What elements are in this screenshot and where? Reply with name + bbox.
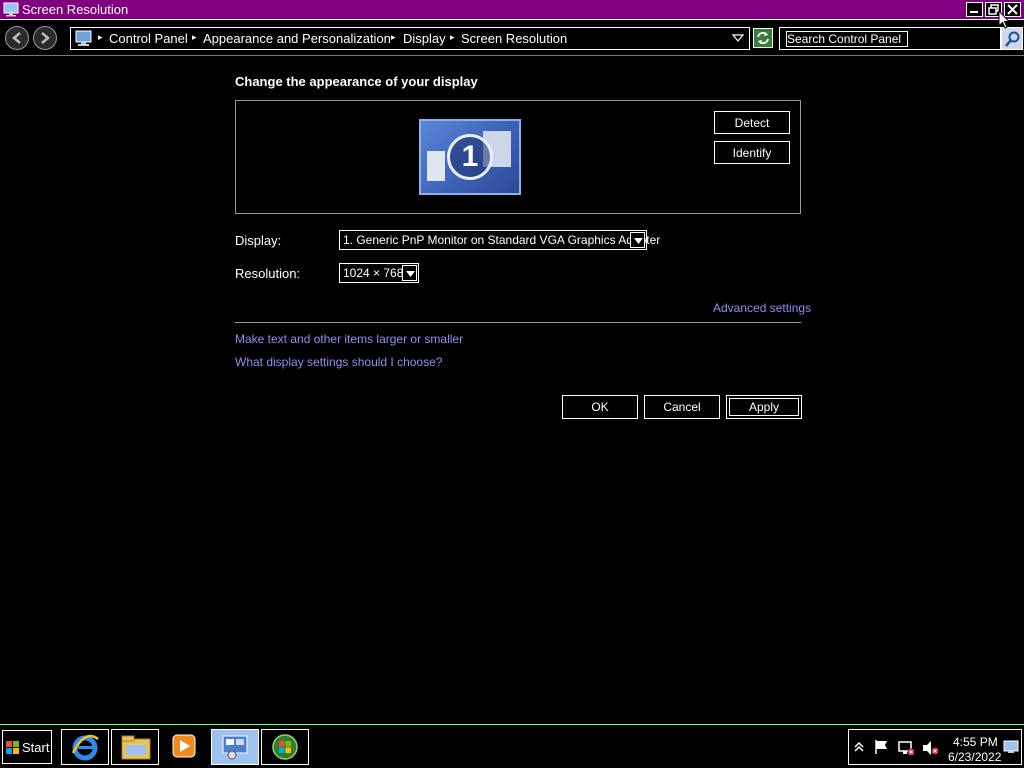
advanced-settings-link[interactable]: Advanced settings [713,301,811,315]
chevron-down-icon [406,271,415,277]
search-field[interactable] [779,27,1001,50]
search-input[interactable] [786,31,908,47]
windows-logo-icon [6,741,19,754]
minimize-icon [970,11,978,13]
identify-button[interactable]: Identify [714,141,790,164]
show-hidden-icons-icon[interactable] [854,742,864,752]
cancel-label: Cancel [663,400,701,414]
breadcrumb-screen-resolution[interactable]: Screen Resolution [461,31,567,46]
resolution-label: Resolution: [235,266,301,281]
taskbar-control-panel[interactable] [211,729,259,765]
taskbar: Start 4:55 PM 6/23/2022 [0,724,1024,768]
taskbar-internet-explorer[interactable] [61,729,109,765]
breadcrumb-separator-icon: ▸ [98,32,103,42]
taskbar-windows-explorer[interactable] [111,729,159,765]
back-button[interactable] [5,26,29,50]
preview-window-decoration [427,151,445,181]
display-preview-panel: 1 Detect Identify [235,100,801,214]
windows-update-icon [272,734,298,760]
apply-label: Apply [748,400,780,414]
refresh-button[interactable] [753,28,773,48]
media-player-icon [172,734,196,758]
display-select-value: 1. Generic PnP Monitor on Standard VGA G… [343,233,661,247]
chevron-down-icon [634,238,643,244]
refresh-icon [757,32,769,44]
mouse-cursor-icon [998,10,1010,29]
detect-label: Detect [734,115,770,130]
address-dropdown-icon[interactable] [732,32,744,44]
identify-label: Identify [732,145,772,160]
control-panel-icon [75,30,92,46]
clock-date[interactable]: 6/23/2022 [948,750,1001,764]
notification-area: 4:55 PM 6/23/2022 [848,729,1022,765]
start-button[interactable]: Start [2,730,52,764]
breadcrumb-separator-icon[interactable]: ▸ [450,32,455,43]
forward-arrow-icon [41,32,50,44]
search-button[interactable] [1001,27,1023,50]
minimize-button[interactable] [966,2,983,17]
taskbar-media-player[interactable] [161,729,209,765]
display-select[interactable]: 1. Generic PnP Monitor on Standard VGA G… [339,230,660,250]
monitor-number: 1 [447,134,493,180]
page-title: Change the appearance of your display [235,74,478,89]
action-center-flag-icon[interactable] [873,739,889,755]
address-bar: ▸ Control Panel ▸ Appearance and Persona… [0,21,1024,56]
breadcrumb-separator-icon[interactable]: ▸ [192,32,197,43]
dropdown-button[interactable] [402,265,417,281]
display-settings-help-link[interactable]: What display settings should I choose? [235,355,442,369]
dropdown-button[interactable] [630,232,645,248]
title-bar: Screen Resolution [0,0,1024,20]
internet-explorer-icon [71,734,99,761]
volume-muted-icon[interactable] [921,739,939,757]
start-label: Start [22,740,50,755]
text-size-link[interactable]: Make text and other items larger or smal… [235,332,463,346]
monitor-1-preview[interactable]: 1 [419,119,521,195]
breadcrumb-appearance[interactable]: Appearance and Personalization [203,31,391,46]
resolution-select-value: 1024 × 768 [343,266,404,280]
back-arrow-icon [12,32,21,44]
clock-time[interactable]: 4:55 PM [953,735,998,749]
cancel-button[interactable]: Cancel [644,395,720,419]
control-panel-icon [222,735,248,760]
show-desktop-icon[interactable] [1003,739,1019,755]
breadcrumb-display[interactable]: Display [403,31,446,46]
ok-button[interactable]: OK [562,395,638,419]
breadcrumb-control-panel[interactable]: Control Panel [109,31,188,46]
search-icon [1005,31,1020,47]
breadcrumb-separator-icon[interactable]: ▸ [391,32,396,43]
resolution-select[interactable]: 1024 × 768 [339,263,419,283]
windows-explorer-icon [121,735,151,760]
address-box[interactable]: ▸ Control Panel ▸ Appearance and Persona… [70,27,750,50]
display-label: Display: [235,233,282,248]
apply-button[interactable]: Apply [726,395,802,419]
screen-resolution-icon [3,2,19,17]
forward-button[interactable] [33,26,57,50]
network-disconnected-icon[interactable] [897,739,915,757]
ok-label: OK [591,400,609,414]
taskbar-windows-update[interactable] [261,729,309,765]
window-title: Screen Resolution [22,2,129,17]
detect-button[interactable]: Detect [714,111,790,134]
divider [235,322,801,323]
